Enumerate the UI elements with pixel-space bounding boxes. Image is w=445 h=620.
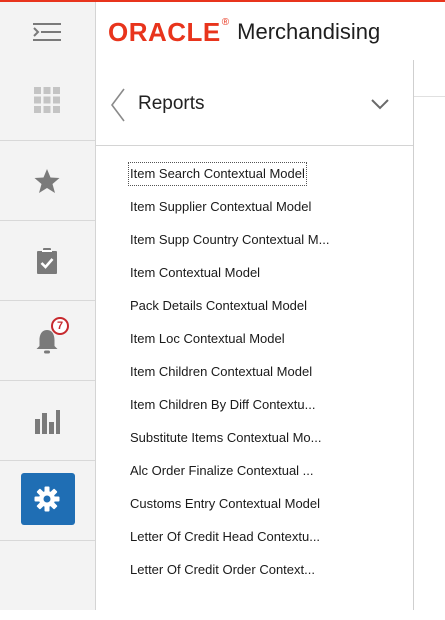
brand-name: ORACLE xyxy=(108,17,221,47)
bar-chart-icon xyxy=(35,410,60,434)
app-header: ORACLE ® Merchandising xyxy=(0,2,445,60)
report-link[interactable]: Item Loc Contextual Model xyxy=(130,329,285,349)
report-link[interactable]: Customs Entry Contextual Model xyxy=(130,494,320,514)
report-link[interactable]: Item Children Contextual Model xyxy=(130,362,312,382)
reports-panel-title: Reports xyxy=(138,93,205,114)
chevron-down-icon[interactable] xyxy=(370,97,390,111)
report-link[interactable]: Item Supplier Contextual Model xyxy=(130,197,311,217)
report-link[interactable]: Item Contextual Model xyxy=(130,263,260,283)
report-link[interactable]: Item Search Contextual Model xyxy=(128,162,307,186)
rail-item-favorites[interactable] xyxy=(0,140,95,220)
registered-mark: ® xyxy=(221,16,230,28)
hamburger-menu-icon[interactable] xyxy=(33,22,61,42)
rail-item-dashboards[interactable] xyxy=(0,380,95,460)
reports-panel: Reports Item Search Contextual Model Ite… xyxy=(96,60,414,610)
report-link[interactable]: Item Children By Diff Contextu... xyxy=(130,395,315,415)
menu-toggle[interactable] xyxy=(0,2,96,60)
report-link[interactable]: Item Supp Country Contextual M... xyxy=(130,230,329,250)
rail-item-empty xyxy=(0,540,95,620)
product-name: Merchandising xyxy=(237,19,381,44)
rail-item-settings[interactable] xyxy=(0,460,95,540)
grid-icon xyxy=(34,87,60,113)
star-icon xyxy=(34,169,60,193)
back-chevron-icon[interactable] xyxy=(110,87,126,123)
rail-item-tasks[interactable] xyxy=(0,60,95,140)
main-content-area xyxy=(414,60,445,610)
notification-count-badge: 7 xyxy=(51,317,69,335)
oracle-logo: ORACLE ® Merchandising xyxy=(108,16,380,48)
left-nav-rail: 7 xyxy=(0,60,96,610)
clipboard-check-icon xyxy=(37,248,57,274)
report-link[interactable]: Alc Order Finalize Contextual ... xyxy=(130,461,314,481)
report-link[interactable]: Pack Details Contextual Model xyxy=(130,296,307,316)
content-toolbar xyxy=(414,60,445,97)
report-link[interactable]: Letter Of Credit Head Contextu... xyxy=(130,527,320,547)
gear-icon xyxy=(34,486,60,512)
rail-item-reports[interactable] xyxy=(0,220,95,300)
report-link[interactable]: Substitute Items Contextual Mo... xyxy=(130,428,321,448)
reports-panel-header: Reports xyxy=(96,60,413,146)
rail-item-notifications[interactable]: 7 xyxy=(0,300,95,380)
report-link[interactable]: Letter Of Credit Order Context... xyxy=(130,560,315,580)
